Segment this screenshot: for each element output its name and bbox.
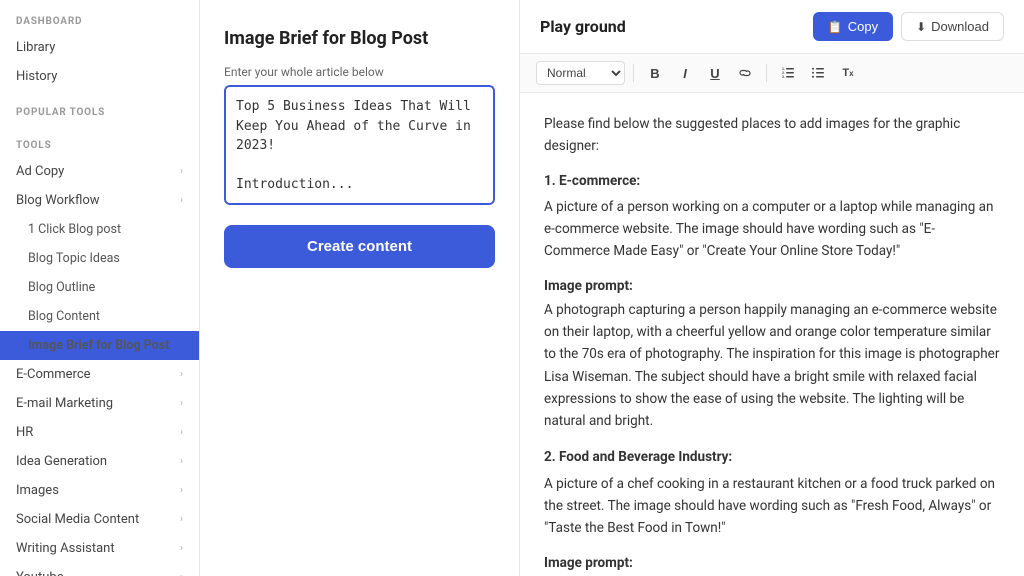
download-button[interactable]: ⬇ Download bbox=[901, 12, 1004, 41]
chevron-down-icon: › bbox=[180, 514, 183, 525]
clear-format-button[interactable]: Tx bbox=[835, 60, 861, 86]
left-pane: Image Brief for Blog Post Enter your who… bbox=[200, 0, 520, 576]
format-select[interactable]: Normal Heading 1 Heading 2 Heading 3 bbox=[536, 61, 625, 85]
section-2-heading: 2. Food and Beverage Industry: bbox=[544, 446, 1000, 468]
sidebar-section-dashboard: DASHBOARD bbox=[0, 0, 199, 33]
sidebar-section-popular: POPULAR TOOLS bbox=[0, 91, 199, 124]
sidebar-item-blog-outline[interactable]: Blog Outline bbox=[0, 273, 199, 302]
section-1-heading: 1. E-commerce: bbox=[544, 170, 1000, 192]
sidebar-item-blog-content[interactable]: Blog Content bbox=[0, 302, 199, 331]
sidebar-item-1-click-blog[interactable]: 1 Click Blog post bbox=[0, 215, 199, 244]
sidebar-item-image-brief[interactable]: Image Brief for Blog Post bbox=[0, 331, 199, 360]
pane-container: Image Brief for Blog Post Enter your who… bbox=[200, 0, 1024, 576]
sidebar-item-idea-generation[interactable]: Idea Generation › bbox=[0, 447, 199, 476]
input-label: Enter your whole article below bbox=[224, 65, 495, 79]
image-prompt-1-text: A photograph capturing a person happily … bbox=[544, 299, 1000, 433]
svg-text:3.: 3. bbox=[782, 75, 785, 79]
input-section: Enter your whole article below Top 5 Bus… bbox=[224, 65, 495, 209]
unordered-list-button[interactable] bbox=[805, 60, 831, 86]
chevron-down-icon: › bbox=[180, 572, 183, 576]
toolbar-divider-2 bbox=[766, 64, 767, 82]
copy-icon: 📋 bbox=[828, 20, 843, 34]
link-button[interactable] bbox=[732, 60, 758, 86]
content-intro: Please find below the suggested places t… bbox=[544, 113, 1000, 158]
image-prompt-2-label: Image prompt: bbox=[544, 552, 1000, 574]
sidebar-item-images[interactable]: Images › bbox=[0, 476, 199, 505]
chevron-down-icon: › bbox=[180, 427, 183, 438]
sidebar-item-e-commerce[interactable]: E-Commerce › bbox=[0, 360, 199, 389]
right-pane: Play ground 📋 Copy ⬇ Download Normal H bbox=[520, 0, 1024, 576]
right-pane-header: Play ground 📋 Copy ⬇ Download bbox=[520, 0, 1024, 54]
create-content-button[interactable]: Create content bbox=[224, 225, 495, 268]
image-prompt-1-label: Image prompt: bbox=[544, 275, 1000, 297]
chevron-down-icon: › bbox=[180, 543, 183, 554]
chevron-down-icon: › bbox=[180, 456, 183, 467]
copy-button[interactable]: 📋 Copy bbox=[813, 12, 893, 41]
sidebar-item-social-media[interactable]: Social Media Content › bbox=[0, 505, 199, 534]
section-1-description: A picture of a person working on a compu… bbox=[544, 196, 1000, 263]
chevron-down-icon: › bbox=[180, 398, 183, 409]
chevron-down-icon: › bbox=[180, 485, 183, 496]
main-content: Image Brief for Blog Post Enter your who… bbox=[200, 0, 1024, 576]
article-textarea[interactable]: Top 5 Business Ideas That Will Keep You … bbox=[224, 85, 495, 205]
chevron-down-icon: › bbox=[180, 166, 183, 177]
editor-toolbar: Normal Heading 1 Heading 2 Heading 3 B I… bbox=[520, 54, 1024, 93]
sidebar-item-ad-copy[interactable]: Ad Copy › bbox=[0, 157, 199, 186]
chevron-down-icon: › bbox=[180, 369, 183, 380]
italic-button[interactable]: I bbox=[672, 60, 698, 86]
sidebar-item-library[interactable]: Library bbox=[0, 33, 199, 62]
content-area: Please find below the suggested places t… bbox=[520, 93, 1024, 576]
bold-button[interactable]: B bbox=[642, 60, 668, 86]
download-icon: ⬇ bbox=[916, 20, 926, 34]
sidebar-item-youtube[interactable]: Youtube › bbox=[0, 563, 199, 576]
playground-title: Play ground bbox=[540, 17, 626, 36]
sidebar-item-blog-topic-ideas[interactable]: Blog Topic Ideas bbox=[0, 244, 199, 273]
chevron-down-icon: › bbox=[180, 195, 183, 206]
underline-button[interactable]: U bbox=[702, 60, 728, 86]
sidebar-item-blog-workflow[interactable]: Blog Workflow › bbox=[0, 186, 199, 215]
toolbar-divider bbox=[633, 64, 634, 82]
sidebar-section-tools: TOOLS bbox=[0, 124, 199, 157]
ordered-list-button[interactable]: 1. 2. 3. bbox=[775, 60, 801, 86]
sidebar-item-hr[interactable]: HR › bbox=[0, 418, 199, 447]
sidebar-item-history[interactable]: History bbox=[0, 62, 199, 91]
section-2-description: A picture of a chef cooking in a restaur… bbox=[544, 473, 1000, 540]
page-title: Image Brief for Blog Post bbox=[224, 28, 495, 49]
sidebar: DASHBOARD Library History POPULAR TOOLS … bbox=[0, 0, 200, 576]
sidebar-item-writing-assistant[interactable]: Writing Assistant › bbox=[0, 534, 199, 563]
sidebar-item-email-marketing[interactable]: E-mail Marketing › bbox=[0, 389, 199, 418]
header-actions: 📋 Copy ⬇ Download bbox=[813, 12, 1004, 41]
